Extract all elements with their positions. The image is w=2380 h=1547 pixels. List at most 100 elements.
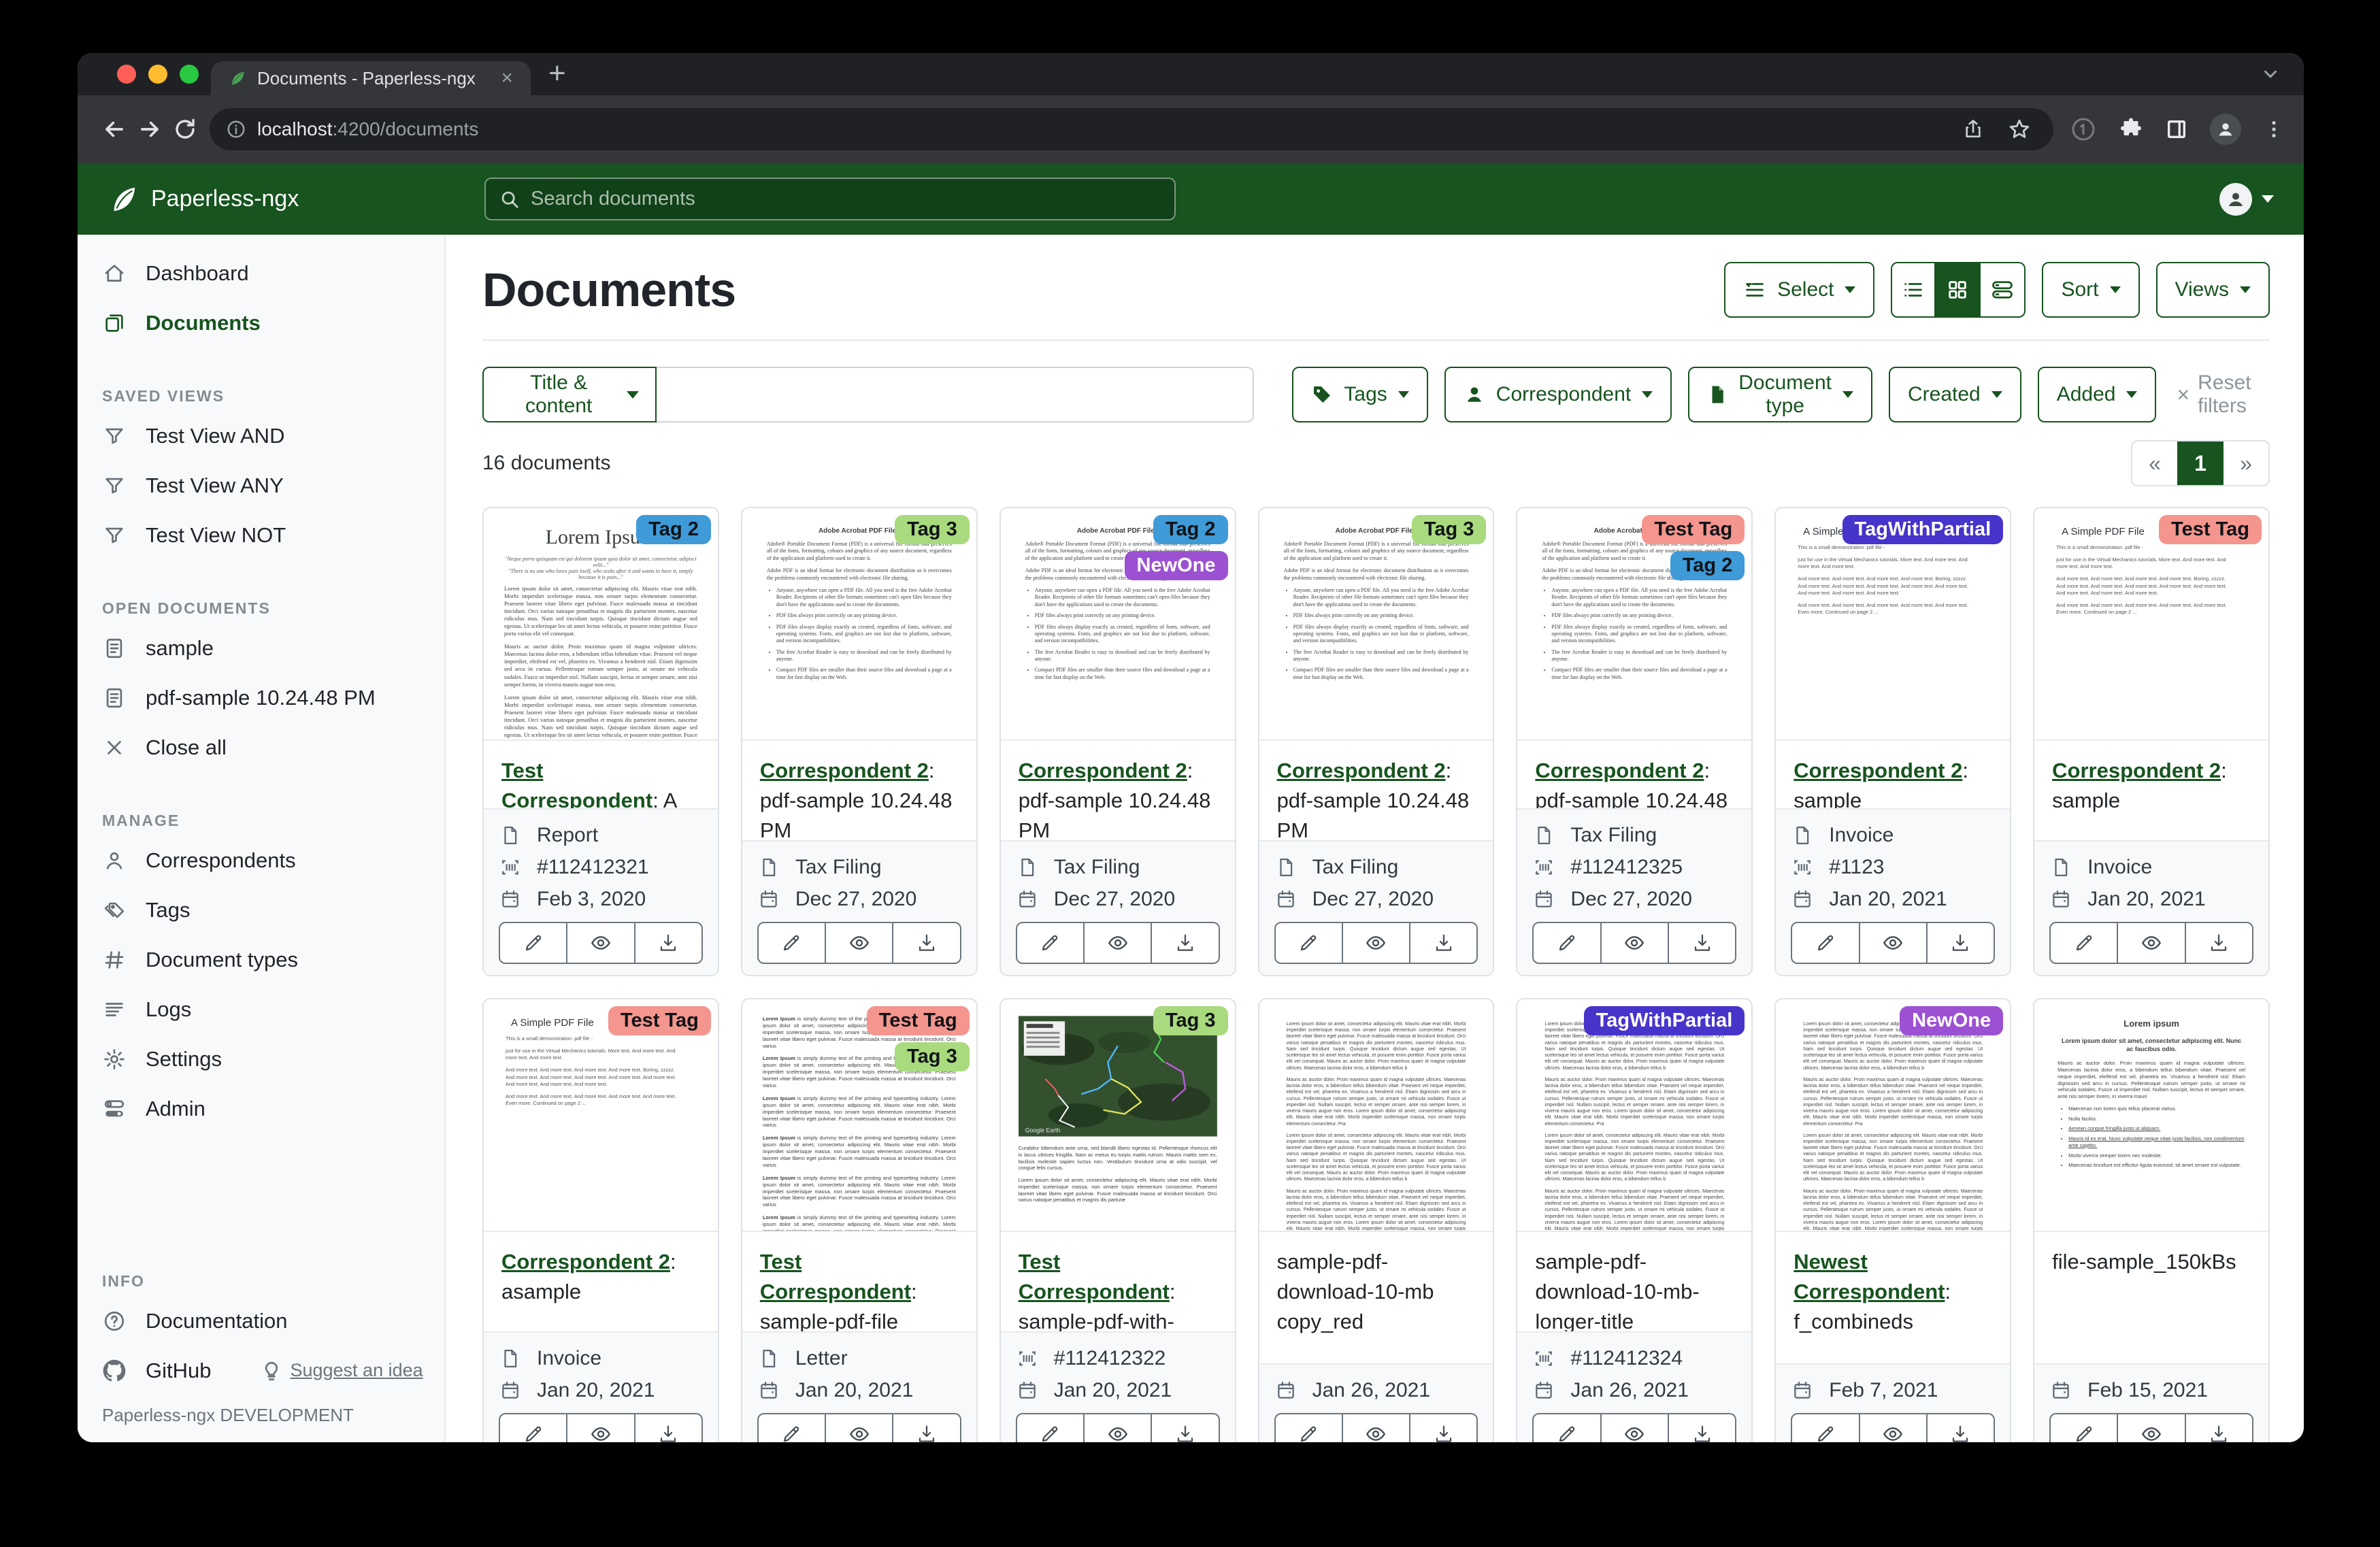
reload-icon[interactable]	[167, 112, 203, 147]
edit-button[interactable]	[499, 922, 567, 964]
download-button[interactable]	[635, 1413, 703, 1442]
edit-button[interactable]	[757, 1413, 826, 1442]
tags-filter-button[interactable]: Tags	[1292, 367, 1427, 422]
view-button[interactable]	[1085, 922, 1152, 964]
document-thumbnail[interactable]: A Simple PDF FileThis is a small demonst…	[1776, 508, 2010, 741]
tag-badge[interactable]: Tag 3	[895, 1042, 970, 1071]
tag-badge[interactable]: Tag 2	[1153, 515, 1228, 544]
download-button[interactable]	[1410, 922, 1478, 964]
select-button[interactable]: Select	[1724, 262, 1874, 318]
global-search[interactable]	[484, 178, 1176, 220]
tab-close-icon[interactable]: ×	[501, 68, 513, 88]
browser-menu-dots-icon[interactable]	[2263, 118, 2285, 140]
sidebar-item-github[interactable]: GitHubSuggest an idea	[78, 1346, 444, 1395]
document-thumbnail[interactable]: Adobe Acrobat PDF FilesAdobe® Portable D…	[1259, 508, 1493, 741]
pagination-next[interactable]: »	[2224, 442, 2268, 485]
download-button[interactable]	[1152, 1413, 1219, 1442]
document-card[interactable]: Adobe Acrobat PDF FilesAdobe® Portable D…	[741, 507, 978, 976]
view-button[interactable]	[1085, 1413, 1152, 1442]
sidebar-item-document-types[interactable]: Document types	[78, 935, 444, 984]
document-thumbnail[interactable]: Adobe Acrobat PDF FilesAdobe® Portable D…	[1001, 508, 1235, 741]
correspondent-filter-button[interactable]: Correspondent	[1444, 367, 1672, 422]
view-button[interactable]	[1343, 1413, 1410, 1442]
search-input[interactable]	[531, 188, 1161, 210]
view-button[interactable]	[1860, 1413, 1928, 1442]
edit-button[interactable]	[1274, 1413, 1343, 1442]
grid-view-button[interactable]	[1936, 262, 1981, 318]
document-card[interactable]: A Simple PDF FileThis is a small demonst…	[482, 998, 719, 1442]
download-button[interactable]	[1928, 1413, 1995, 1442]
pagination-page-1[interactable]: 1	[2177, 442, 2224, 485]
tag-badge[interactable]: NewOne	[1900, 1006, 2003, 1035]
window-controls[interactable]	[117, 65, 199, 84]
view-button[interactable]	[826, 922, 893, 964]
sidebar-item-tags[interactable]: Tags	[78, 885, 444, 935]
user-avatar[interactable]	[2219, 183, 2252, 216]
tag-badge[interactable]: Tag 2	[636, 515, 711, 544]
document-card[interactable]: Lorem Ipsum is simply dummy text of the …	[741, 998, 978, 1442]
document-thumbnail[interactable]: Lorem ipsum dolor sit amet, consectetur …	[1517, 999, 1751, 1232]
correspondent-link[interactable]: Test Correspondent	[1019, 1250, 1170, 1303]
tag-badge[interactable]: NewOne	[1125, 551, 1228, 580]
download-button[interactable]	[1410, 1413, 1478, 1442]
document-thumbnail[interactable]: Adobe Acrobat PDF FilesAdobe® Portable D…	[742, 508, 976, 741]
download-button[interactable]	[1669, 1413, 1736, 1442]
tag-badge[interactable]: Test Tag	[608, 1006, 711, 1035]
view-button[interactable]	[2118, 922, 2185, 964]
tag-badge[interactable]: Tag 3	[1153, 1006, 1228, 1035]
tag-badge[interactable]: TagWithPartial	[1842, 515, 2004, 544]
reset-filters-button[interactable]: ×Reset filters	[2177, 371, 2270, 418]
document-thumbnail[interactable]: Lorem Ipsum is simply dummy text of the …	[742, 999, 976, 1232]
sidebar-item-sample[interactable]: sample	[78, 623, 444, 673]
edit-button[interactable]	[499, 1413, 567, 1442]
download-button[interactable]	[635, 922, 703, 964]
tag-badge[interactable]: Tag 3	[1412, 515, 1487, 544]
extensions-puzzle-icon[interactable]	[2119, 117, 2143, 142]
download-button[interactable]	[2186, 922, 2253, 964]
title-content-dropdown[interactable]: Title & content	[482, 367, 657, 422]
view-button[interactable]	[567, 922, 635, 964]
document-thumbnail[interactable]: Lorem ipsum dolor sit amet, consectetur …	[1259, 999, 1493, 1232]
tag-badge[interactable]: Test Tag	[867, 1006, 970, 1035]
document-thumbnail[interactable]: Lorem ipsumLorem ipsum dolor sit amet, c…	[2034, 999, 2268, 1232]
download-button[interactable]	[1669, 922, 1736, 964]
tag-badge[interactable]: Tag 2	[1670, 551, 1745, 580]
sidebar-item-test-view-not[interactable]: Test View NOT	[78, 510, 444, 560]
edit-button[interactable]	[1791, 1413, 1860, 1442]
extension-badge-icon[interactable]	[2070, 116, 2097, 143]
forward-icon[interactable]	[132, 112, 167, 147]
document-thumbnail[interactable]: A Simple PDF FileThis is a small demonst…	[2034, 508, 2268, 741]
app-brand[interactable]: Paperless-ngx	[108, 184, 299, 215]
maximize-window-icon[interactable]	[180, 65, 199, 84]
correspondent-link[interactable]: Correspondent 2	[1794, 759, 1962, 782]
correspondent-link[interactable]: Test Correspondent	[501, 759, 652, 808]
document-card[interactable]: Adobe Acrobat PDF FilesAdobe® Portable D…	[1516, 507, 1753, 976]
correspondent-link[interactable]: Test Correspondent	[760, 1250, 911, 1303]
user-menu[interactable]	[2219, 183, 2274, 216]
document-thumbnail[interactable]: A Simple PDF FileThis is a small demonst…	[484, 999, 718, 1232]
edit-button[interactable]	[1016, 922, 1085, 964]
sidebar-item-admin[interactable]: Admin	[78, 1084, 444, 1133]
correspondent-link[interactable]: Correspondent 2	[501, 1250, 670, 1274]
correspondent-link[interactable]: Correspondent 2	[2052, 759, 2221, 782]
download-button[interactable]	[893, 1413, 961, 1442]
bookmark-star-icon[interactable]	[2002, 112, 2037, 147]
edit-button[interactable]	[1791, 922, 1860, 964]
added-filter-button[interactable]: Added	[2038, 367, 2157, 422]
correspondent-link[interactable]: Newest Correspondent	[1794, 1250, 1945, 1303]
download-button[interactable]	[2186, 1413, 2253, 1442]
document-card[interactable]: A Simple PDF FileThis is a small demonst…	[2033, 507, 2270, 976]
sidebar-item-dashboard[interactable]: Dashboard	[78, 248, 444, 298]
edit-button[interactable]	[2049, 1413, 2118, 1442]
share-icon[interactable]	[1955, 112, 1991, 147]
browser-profile-avatar[interactable]	[2210, 114, 2241, 145]
created-filter-button[interactable]: Created	[1889, 367, 2021, 422]
sidebar-item-pdf-sample-10-24-48-pm[interactable]: pdf-sample 10.24.48 PM	[78, 673, 444, 722]
edit-button[interactable]	[2049, 922, 2118, 964]
download-button[interactable]	[1152, 922, 1219, 964]
minimize-window-icon[interactable]	[148, 65, 167, 84]
sidebar-item-test-view-any[interactable]: Test View ANY	[78, 461, 444, 510]
views-button[interactable]: Views	[2156, 262, 2270, 318]
edit-button[interactable]	[1274, 922, 1343, 964]
view-button[interactable]	[1860, 922, 1928, 964]
